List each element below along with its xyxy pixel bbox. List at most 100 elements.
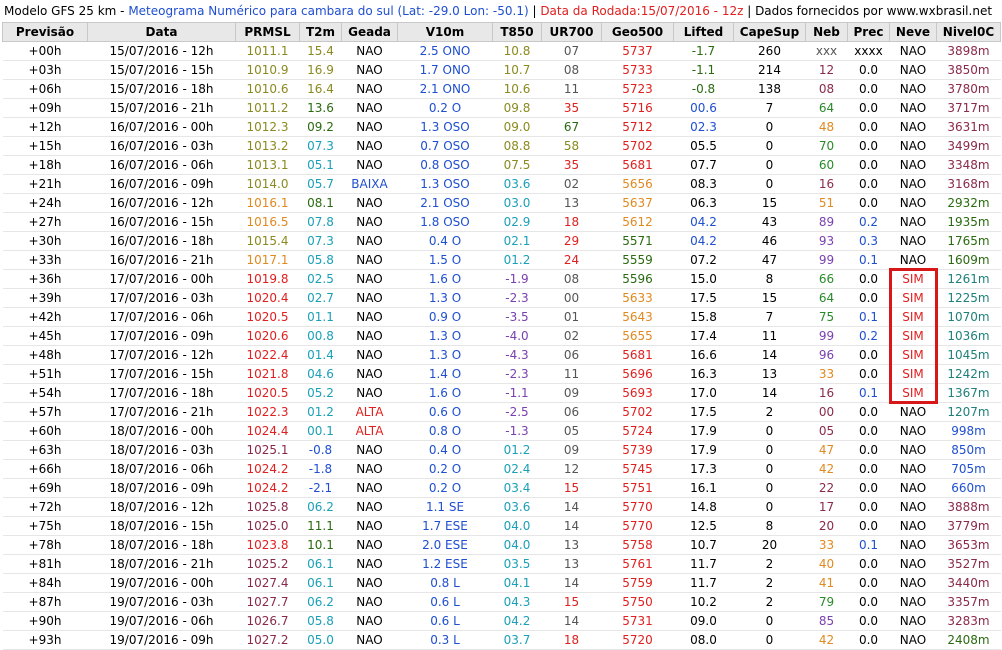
cell-prmsl: 1016.5 [235,212,300,232]
cell-capesup: 8 [733,269,806,289]
cell-capesup: 14 [733,383,806,403]
cell-neb: 51 [805,193,848,213]
cell-previso: +48h [2,345,88,365]
cell-neb: 42 [805,459,848,479]
cell-geo500: 5723 [601,79,674,99]
cell-prec: 0.0 [847,573,890,593]
cell-previso: +09h [2,98,88,118]
cell-t850: 04.3 [492,592,542,612]
cell-v10m: 1.3 OSO [397,174,493,194]
cell-neve: NAO [889,535,937,555]
cell-prmsl: 1022.3 [235,402,300,422]
cell-previso: +63h [2,440,88,460]
cell-capesup: 0 [733,630,806,650]
cell-neve: NAO [889,98,937,118]
cell-capesup: 0 [733,174,806,194]
cell-t2m: 06.2 [299,497,342,517]
cell-t850: 04.1 [492,573,542,593]
cell-t850: -4.0 [492,326,542,346]
cell-geada: NAO [341,212,398,232]
cell-geo500: 5596 [601,269,674,289]
page-title: Modelo GFS 25 km - Meteograma Numérico p… [0,0,1002,22]
cell-prec: 0.1 [847,535,890,555]
cell-geada: NAO [341,440,398,460]
cell-prec: xxxx [847,41,890,61]
cell-capesup: 0 [733,611,806,631]
cell-lifted: 11.7 [673,573,734,593]
cell-geada: NAO [341,516,398,536]
cell-prmsl: 1024.2 [235,478,300,498]
cell-prec: 0.0 [847,592,890,612]
cell-ur700: 14 [541,573,602,593]
cell-geo500: 5716 [601,98,674,118]
cell-geo500: 5751 [601,478,674,498]
cell-data: 17/07/2016 - 00h [87,269,236,289]
cell-data: 16/07/2016 - 06h [87,155,236,175]
cell-geada: NAO [341,155,398,175]
cell-neve: NAO [889,554,937,574]
cell-v10m: 0.7 OSO [397,136,493,156]
cell-neve: NAO [889,60,937,80]
cell-capesup: 0 [733,421,806,441]
cell-previso: +03h [2,60,88,80]
cell-t2m: 01.4 [299,345,342,365]
cell-t850: 03.0 [492,193,542,213]
cell-previso: +87h [2,592,88,612]
cell-neb: 66 [805,269,848,289]
cell-lifted: -0.8 [673,79,734,99]
cell-prec: 0.0 [847,288,890,308]
cell-neb: 00 [805,402,848,422]
cell-nivel0c: 1367m [936,383,1001,403]
forecast-table-container: Previsão Data PRMSL T2m Geada V10m T850 UR700 Ge… [0,22,1002,650]
cell-v10m: 0.8 L [397,573,493,593]
column-header: Geo500 [601,22,674,42]
cell-t850: -1.3 [492,421,542,441]
column-header: T850 [492,22,542,42]
cell-geo500: 5761 [601,554,674,574]
cell-capesup: 2 [733,592,806,612]
cell-capesup: 20 [733,535,806,555]
cell-prec: 0.2 [847,326,890,346]
cell-v10m: 1.6 O [397,383,493,403]
cell-ur700: 02 [541,326,602,346]
cell-neb: 75 [805,307,848,327]
cell-t850: 03.4 [492,478,542,498]
cell-geo500: 5724 [601,421,674,441]
cell-neb: 33 [805,364,848,384]
table-row: +36h 17/07/2016 - 00h 1019.8 02.5 NAO 1.6 O -1… [2,269,1001,289]
cell-data: 19/07/2016 - 00h [87,573,236,593]
column-header: Lifted [673,22,734,42]
table-row: +54h 17/07/2016 - 18h 1020.5 05.2 NAO 1.6 O -1… [2,383,1001,403]
cell-neb: 20 [805,516,848,536]
table-row: +51h 17/07/2016 - 15h 1021.8 04.6 NAO 1.4 O -2… [2,364,1001,384]
cell-previso: +18h [2,155,88,175]
cell-prmsl: 1013.2 [235,136,300,156]
cell-ur700: 15 [541,478,602,498]
column-header: Nivel0C [936,22,1001,42]
cell-neve: NAO [889,592,937,612]
cell-t2m: 07.8 [299,212,342,232]
cell-t850: 02.4 [492,459,542,479]
cell-t850: 04.0 [492,516,542,536]
cell-t850: 10.6 [492,79,542,99]
cell-prec: 0.0 [847,345,890,365]
cell-t2m: 05.0 [299,630,342,650]
cell-previso: +54h [2,383,88,403]
cell-geo500: 5681 [601,345,674,365]
cell-prmsl: 1025.0 [235,516,300,536]
cell-prec: 0.1 [847,383,890,403]
cell-v10m: 1.5 O [397,250,493,270]
cell-nivel0c: 3780m [936,79,1001,99]
cell-neve: SIM [889,269,937,289]
table-row: +00h 15/07/2016 - 12h 1011.1 15.4 NAO 2.5 ONO… [2,41,1001,61]
cell-v10m: 2.1 OSO [397,193,493,213]
cell-t2m: 15.4 [299,41,342,61]
cell-capesup: 0 [733,459,806,479]
cell-neve: NAO [889,459,937,479]
cell-neve: NAO [889,136,937,156]
cell-geo500: 5696 [601,364,674,384]
cell-data: 16/07/2016 - 18h [87,231,236,251]
cell-prmsl: 1021.8 [235,364,300,384]
column-header: Neve [889,22,937,42]
cell-prec: 0.0 [847,516,890,536]
